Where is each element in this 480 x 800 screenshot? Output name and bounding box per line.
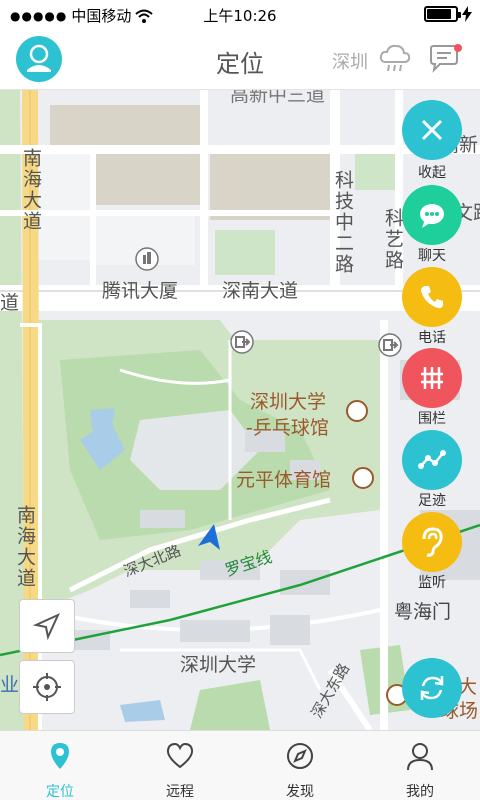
nav-bar: 定位 深圳 bbox=[0, 30, 480, 90]
building-icon bbox=[135, 247, 159, 271]
map-view[interactable]: 高新中三道 南海大道 道 腾讯大厦 深南大道 科技中二路 科艺路 高新 文路 深… bbox=[0, 90, 480, 730]
chat-icon bbox=[420, 204, 444, 228]
fence-button[interactable] bbox=[402, 348, 462, 408]
tab-mine[interactable]: 我的 bbox=[360, 731, 480, 800]
tab-discover-label: 发现 bbox=[286, 784, 314, 800]
tab-location-label: 定位 bbox=[46, 784, 74, 800]
map-label-nanhai-top: 南海大道 bbox=[20, 148, 42, 232]
track-label: 足迹 bbox=[418, 493, 446, 509]
map-label-tencent: 腾讯大厦 bbox=[102, 280, 179, 302]
status-bar: ●●●●● 中国移动 上午10:26 bbox=[0, 0, 480, 30]
metro-exit-icon bbox=[378, 333, 402, 357]
navigate-icon bbox=[33, 612, 61, 640]
phone-icon bbox=[421, 286, 443, 309]
listen-label: 监听 bbox=[418, 575, 446, 591]
map-label-shennan: 深南大道 bbox=[222, 280, 299, 302]
location-arrow-icon bbox=[198, 524, 220, 550]
battery-fill bbox=[427, 9, 451, 19]
track-button[interactable] bbox=[402, 430, 462, 490]
tab-mine-label: 我的 bbox=[406, 784, 434, 800]
map-label-nanhai-bottom: 南海大道 bbox=[14, 505, 36, 589]
track-icon bbox=[418, 450, 446, 469]
map-label-keji: 科技中二路 bbox=[332, 170, 354, 275]
navigate-button[interactable] bbox=[19, 599, 75, 653]
refresh-button[interactable] bbox=[402, 658, 462, 718]
cloud-rain-icon bbox=[379, 44, 411, 72]
ear-icon bbox=[422, 527, 443, 557]
city-label: 深圳 bbox=[332, 52, 368, 73]
status-time: 上午10:26 bbox=[203, 7, 277, 25]
tab-remote[interactable]: 远程 bbox=[120, 731, 240, 800]
notification-dot bbox=[454, 44, 462, 52]
map-label-yuanping: 元平体育馆 bbox=[236, 469, 332, 491]
close-icon bbox=[421, 119, 443, 141]
metro-exit-icon bbox=[230, 330, 254, 354]
fence-icon bbox=[421, 367, 443, 389]
locate-button[interactable] bbox=[19, 660, 75, 714]
tab-remote-label: 远程 bbox=[166, 784, 194, 800]
battery-icon bbox=[424, 6, 461, 22]
tab-discover[interactable]: 发现 bbox=[240, 731, 360, 800]
tab-location[interactable]: 定位 bbox=[0, 731, 120, 800]
collapse-label: 收起 bbox=[418, 165, 446, 181]
location-pin-icon bbox=[51, 743, 69, 769]
status-right bbox=[424, 6, 472, 22]
user-icon bbox=[407, 743, 433, 771]
sports-icon bbox=[352, 467, 374, 489]
phone-label: 电话 bbox=[418, 330, 446, 346]
map-label-dao-left: 道 bbox=[0, 292, 20, 314]
chat-button[interactable] bbox=[402, 185, 462, 245]
chat-label: 聊天 bbox=[418, 248, 446, 264]
locate-icon bbox=[33, 673, 61, 701]
map-label-ye-left: 业 bbox=[0, 674, 20, 696]
listen-button[interactable] bbox=[402, 512, 462, 572]
phone-button[interactable] bbox=[402, 267, 462, 327]
message-icon[interactable] bbox=[428, 44, 464, 74]
map-label-szu-pingpong-1: 深圳大学 bbox=[250, 391, 327, 413]
map-label-yuehaimen: 粤海门 bbox=[394, 601, 452, 623]
lightning-icon bbox=[462, 6, 472, 22]
compass-icon bbox=[287, 743, 313, 769]
sports-icon bbox=[346, 400, 368, 422]
fence-label: 围栏 bbox=[418, 411, 446, 427]
tab-bar: 定位 远程 发现 我的 bbox=[0, 730, 480, 800]
collapse-button[interactable] bbox=[402, 100, 462, 160]
map-label-top-road: 高新中三道 bbox=[230, 90, 326, 106]
map-label-szu: 深圳大学 bbox=[180, 654, 257, 676]
refresh-icon bbox=[420, 676, 444, 700]
heart-icon bbox=[166, 742, 194, 769]
map-label-szu-pingpong-2: -乒乓球馆 bbox=[246, 417, 329, 439]
